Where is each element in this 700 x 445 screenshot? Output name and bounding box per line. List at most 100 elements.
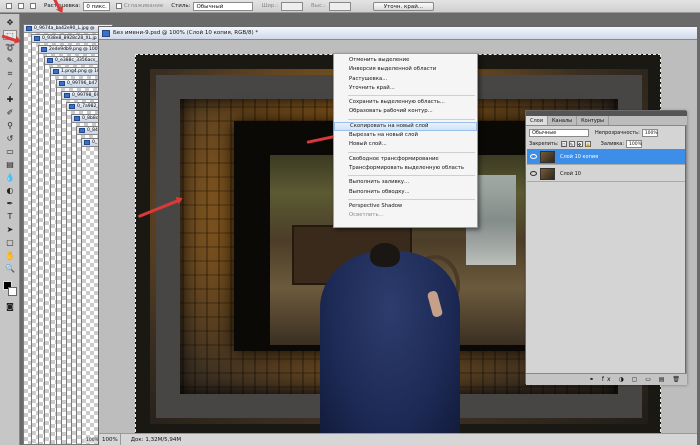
- eraser-tool-icon[interactable]: ▭: [3, 147, 17, 157]
- document-icon: [53, 69, 59, 74]
- layers-panel: Слои Каналы Контуры Обычные Непрозрачнос…: [525, 110, 687, 385]
- opacity-input[interactable]: 100%: [641, 128, 658, 137]
- menu-item-new-layer[interactable]: Новый слой...: [334, 140, 477, 149]
- pen-tool-icon[interactable]: ✒: [3, 199, 17, 209]
- lock-image-icon[interactable]: ✎: [568, 140, 575, 147]
- panel-tabs: Слои Каналы Контуры: [526, 116, 687, 126]
- document-icon: [69, 104, 75, 109]
- status-bar: 100% Док: 1,32M/5,94M: [99, 433, 697, 445]
- menu-item-perspective-shadow[interactable]: Perspective Shadow: [334, 202, 477, 211]
- width-input[interactable]: [281, 1, 303, 11]
- eye-icon[interactable]: [530, 171, 537, 176]
- layer-row[interactable]: Слой 10 копия: [527, 149, 685, 165]
- style-select[interactable]: Обычный: [193, 1, 254, 11]
- dodge-tool-icon[interactable]: ◐: [3, 186, 17, 196]
- main-document-tab[interactable]: Без имени-9.psd @ 100% (Слой 10 копия, R…: [99, 27, 697, 40]
- lasso-tool-icon[interactable]: ➰: [3, 43, 17, 53]
- document-icon: [47, 58, 53, 63]
- height-label: Выс.:: [311, 3, 326, 9]
- brush-tool-icon[interactable]: ✐: [3, 108, 17, 118]
- main-document-title: Без имени-9.psd @ 100% (Слой 10 копия, R…: [113, 30, 259, 36]
- layer-name: Слой 10 копия: [560, 154, 599, 160]
- menu-item-free-transform[interactable]: Свободное трансформирование: [334, 155, 477, 164]
- menu-item-fill[interactable]: Выполнить заливку...: [334, 178, 477, 187]
- menu-item-make-work-path[interactable]: Образовать рабочий контур...: [334, 107, 477, 116]
- document-icon: [79, 128, 85, 133]
- quick-selection-tool-icon[interactable]: ✎: [3, 56, 17, 66]
- smoothing-label: Сглаживание: [123, 3, 164, 9]
- new-selection-icon[interactable]: [6, 3, 12, 9]
- tools-panel: ✥ ⬚ ➰ ✎ ⌗ ⁄ ✚ ✐ ⚲ ↺ ▭ ▤ 💧 ◐ ✒ T ➤ ▢ ✋ 🔍 …: [0, 14, 20, 445]
- refine-edge-button[interactable]: Уточн. край...: [372, 1, 435, 11]
- layer-thumbnail: [540, 151, 555, 163]
- healing-brush-tool-icon[interactable]: ✚: [3, 95, 17, 105]
- layer-thumbnail: [540, 168, 555, 180]
- menu-item-refine-edge[interactable]: Уточнить край...: [334, 84, 477, 93]
- lock-position-icon[interactable]: ✥: [576, 140, 583, 147]
- type-tool-icon[interactable]: T: [3, 212, 17, 222]
- opacity-label: Непрозрачность:: [595, 129, 640, 136]
- menu-item-stroke[interactable]: Выполнить обводку...: [334, 188, 477, 197]
- document-icon: [34, 36, 40, 41]
- lock-row: Закрепить: ▢ ✎ ✥ 🔒 Заливка: 100%: [529, 139, 684, 148]
- background-color-swatch[interactable]: [8, 287, 17, 296]
- feather-input[interactable]: 0 пикс.: [83, 1, 110, 11]
- zoom-tool-icon[interactable]: 🔍: [3, 264, 17, 274]
- menu-item-layer-via-copy[interactable]: Скопировать на новый слой: [334, 121, 477, 132]
- add-selection-icon[interactable]: [18, 3, 24, 9]
- layers-bottom-toolbar[interactable]: ⚭ fx ◑ ▢ ▭ ▤ 🗑: [526, 373, 687, 385]
- gradient-tool-icon[interactable]: ▤: [3, 160, 17, 170]
- options-bar: Растушевка: 0 пикс. Сглаживание Стиль: О…: [0, 0, 700, 13]
- hand-tool-icon[interactable]: ✋: [3, 251, 17, 261]
- tab-layers[interactable]: Слои: [526, 116, 548, 125]
- document-icon: [41, 47, 47, 52]
- document-icon: [26, 26, 32, 31]
- menu-separator: [348, 175, 475, 177]
- style-label: Стиль:: [171, 3, 191, 9]
- woman-head: [370, 243, 400, 267]
- subtract-selection-icon[interactable]: [30, 3, 36, 9]
- document-icon: [84, 140, 90, 145]
- menu-item-save-selection[interactable]: Сохранить выделенную область...: [334, 98, 477, 107]
- menu-separator: [348, 118, 475, 120]
- menu-item-inverse-selection[interactable]: Инверсия выделенной области: [334, 65, 477, 74]
- woman-in-blue-dress: [320, 251, 460, 433]
- crop-tool-icon[interactable]: ⌗: [3, 69, 17, 79]
- menu-separator: [348, 198, 475, 200]
- document-icon: [102, 30, 110, 37]
- menu-item-fade: Осветлить...: [349, 212, 384, 219]
- lock-transparent-icon[interactable]: ▢: [560, 140, 567, 147]
- blur-tool-icon[interactable]: 💧: [3, 173, 17, 183]
- fill-label: Заливка:: [600, 140, 625, 147]
- lock-all-icon[interactable]: 🔒: [584, 140, 591, 147]
- eye-icon[interactable]: [530, 154, 537, 159]
- shape-tool-icon[interactable]: ▢: [3, 238, 17, 248]
- history-brush-tool-icon[interactable]: ↺: [3, 134, 17, 144]
- eyedropper-tool-icon[interactable]: ⁄: [3, 82, 17, 92]
- menu-item-deselect[interactable]: Отменить выделение: [334, 56, 477, 65]
- menu-separator: [348, 151, 475, 153]
- menu-separator: [348, 95, 475, 97]
- document-icon: [74, 116, 80, 121]
- status-zoom[interactable]: 100%: [99, 434, 121, 445]
- layer-row[interactable]: Слой 10: [527, 166, 685, 182]
- move-tool-icon[interactable]: ✥: [3, 18, 17, 28]
- document-icon: [59, 81, 65, 86]
- path-selection-tool-icon[interactable]: ➤: [3, 225, 17, 235]
- clone-stamp-tool-icon[interactable]: ⚲: [3, 121, 17, 131]
- tab-channels[interactable]: Каналы: [548, 116, 578, 125]
- document-icon: [64, 93, 70, 98]
- menu-item-transform-selection[interactable]: Трансформировать выделенную область: [334, 164, 477, 173]
- layer-name: Слой 10: [560, 171, 581, 177]
- fill-input[interactable]: 100%: [626, 139, 643, 148]
- menu-item-feather[interactable]: Растушевка...: [334, 75, 477, 84]
- tab-paths[interactable]: Контуры: [577, 116, 609, 125]
- menu-item-layer-via-cut[interactable]: Вырезать на новый слой: [334, 131, 477, 140]
- blend-mode-select[interactable]: Обычные: [529, 128, 589, 137]
- photoshop-window: Растушевка: 0 пикс. Сглаживание Стиль: О…: [0, 0, 700, 445]
- height-input[interactable]: [328, 1, 351, 11]
- smoothing-checkbox[interactable]: [115, 3, 122, 9]
- context-menu: Отменить выделение Инверсия выделенной о…: [333, 53, 478, 228]
- quick-mask-icon[interactable]: ◙: [3, 302, 17, 312]
- status-doc-size: Док: 1,32M/5,94M: [130, 437, 182, 443]
